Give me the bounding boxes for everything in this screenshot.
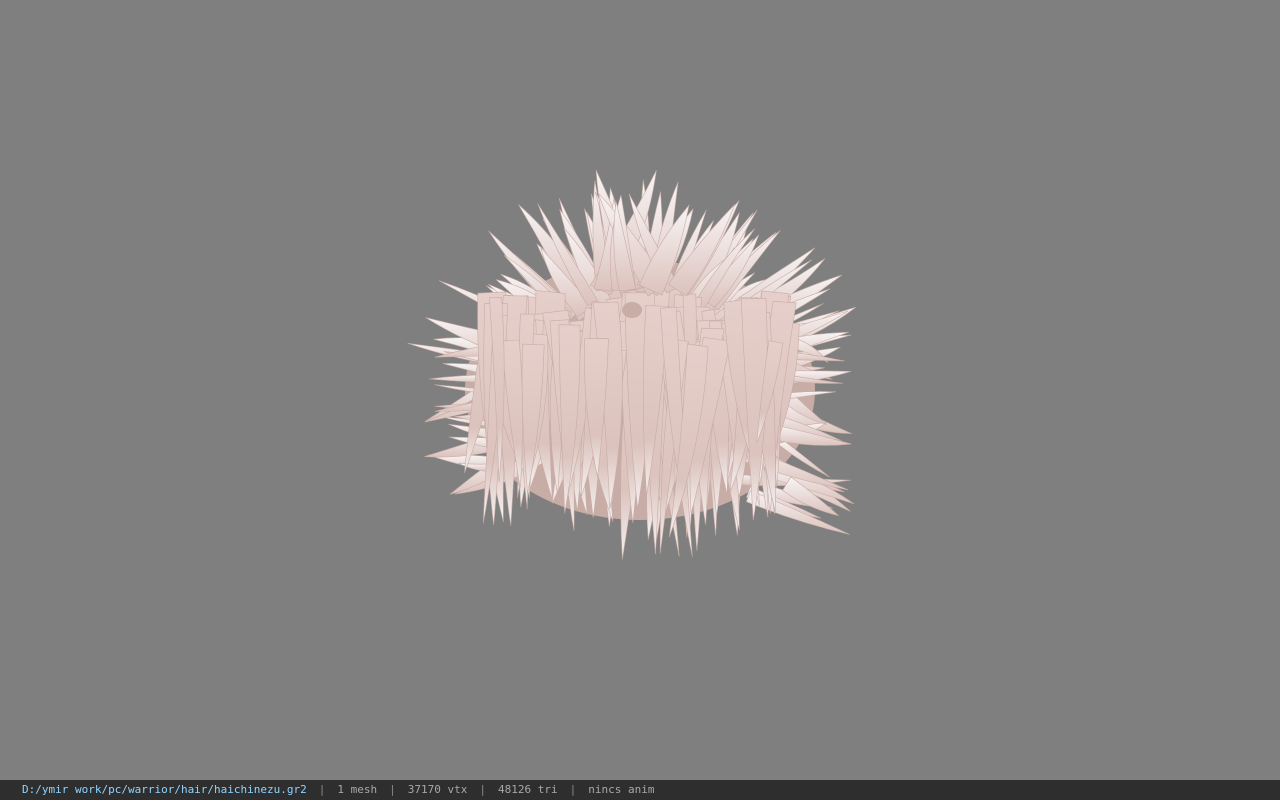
hair-crown xyxy=(622,302,642,318)
animation-status: nincs anim xyxy=(588,783,655,796)
triangle-count: 48126 tri xyxy=(498,783,558,796)
separator: | xyxy=(569,783,577,796)
vertex-count: 37170 vtx xyxy=(407,783,468,796)
hair-model-icon xyxy=(407,169,857,560)
hair-mesh xyxy=(407,169,857,560)
3d-viewport[interactable] xyxy=(0,0,1280,780)
mesh-count: 1 mesh xyxy=(337,783,378,796)
separator: | xyxy=(318,783,326,796)
status-bar: D:/ymir work/pc/warrior/hair/haichinezu.… xyxy=(0,780,1280,800)
separator: | xyxy=(389,783,396,796)
file-path: D:/ymir work/pc/warrior/hair/haichinezu.… xyxy=(22,783,307,796)
separator: | xyxy=(479,783,487,796)
